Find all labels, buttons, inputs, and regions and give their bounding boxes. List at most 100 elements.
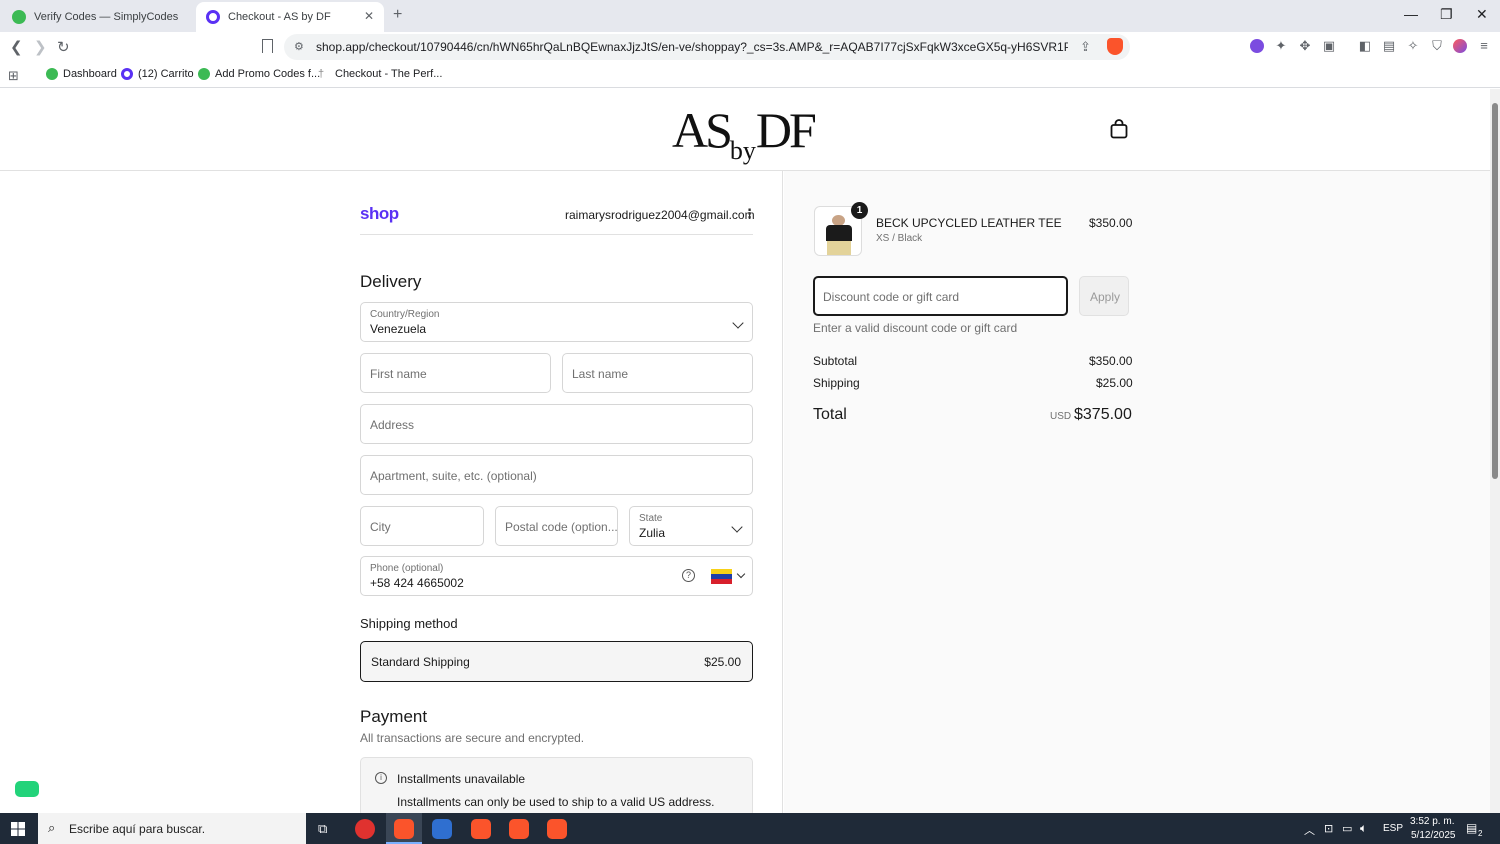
phone-input[interactable]: Phone (optional) +58 424 4665002 ? bbox=[360, 556, 753, 596]
brave-icon[interactable] bbox=[509, 819, 529, 839]
clock-date[interactable]: 5/12/2025 bbox=[1411, 830, 1456, 841]
notifications-icon[interactable]: ▤ bbox=[1466, 821, 1477, 835]
sidebar-icon[interactable]: ◧ bbox=[1358, 39, 1372, 53]
bookmark-dashboard[interactable]: Dashboard bbox=[46, 68, 117, 80]
apartment-input[interactable]: Apartment, suite, etc. (optional) bbox=[360, 455, 753, 495]
chevron-down-icon bbox=[732, 317, 744, 329]
tray-chevron-up-icon[interactable]: ︿ bbox=[1304, 822, 1315, 838]
shipping-value: $25.00 bbox=[1096, 376, 1133, 390]
delivery-heading: Delivery bbox=[360, 272, 422, 291]
brave-icon[interactable] bbox=[547, 819, 567, 839]
url-text[interactable]: shop.app/checkout/10790446/cn/hWN65hrQaL… bbox=[316, 40, 1068, 54]
brave-icon[interactable] bbox=[471, 819, 491, 839]
bookmark-label: (12) Carrito bbox=[138, 68, 194, 80]
discount-code-input[interactable]: Discount code or gift card bbox=[813, 276, 1068, 316]
screenshot-icon[interactable]: ▣ bbox=[1322, 39, 1336, 53]
extension-simplycodes-icon[interactable] bbox=[1250, 39, 1264, 53]
taskbar-app-red-icon[interactable] bbox=[355, 819, 375, 839]
shipping-option-price: $25.00 bbox=[704, 655, 741, 669]
tray-device-icon[interactable]: ⊡ bbox=[1324, 822, 1333, 835]
notification-count: 2 bbox=[1478, 829, 1483, 838]
help-icon[interactable]: ? bbox=[682, 569, 695, 582]
logo-by: by bbox=[729, 136, 756, 165]
windows-start-icon[interactable] bbox=[11, 822, 25, 836]
discount-placeholder: Discount code or gift card bbox=[823, 290, 960, 304]
postal-code-input[interactable]: Postal code (option... bbox=[495, 506, 618, 546]
reload-icon[interactable]: ↻ bbox=[57, 38, 70, 56]
state-value: Zulia bbox=[639, 526, 666, 540]
minimize-icon[interactable]: — bbox=[1404, 6, 1418, 22]
bookmark-add-promo-codes[interactable]: Add Promo Codes f... bbox=[198, 68, 320, 80]
address-bar[interactable]: ⚙ shop.app/checkout/10790446/cn/hWN65hrQ… bbox=[284, 34, 1130, 60]
bookmarks-bar: ⊞ Dashboard (12) Carrito Add Promo Codes… bbox=[0, 62, 1500, 88]
close-tab-icon[interactable]: ✕ bbox=[364, 9, 374, 23]
state-select[interactable]: State Zulia bbox=[629, 506, 753, 546]
first-name-input[interactable]: First name bbox=[360, 353, 551, 393]
back-icon[interactable]: ❮ bbox=[10, 38, 23, 56]
tab-verify-codes[interactable]: Verify Codes — SimplyCodes bbox=[2, 2, 192, 32]
store-header: ASbyDF bbox=[0, 89, 1490, 171]
scrollbar-thumb[interactable] bbox=[1492, 103, 1498, 479]
shipping-option-standard[interactable]: Standard Shipping $25.00 bbox=[360, 641, 753, 682]
tab-title: Verify Codes — SimplyCodes bbox=[34, 11, 179, 23]
menu-icon[interactable]: ≡ bbox=[1477, 39, 1491, 53]
apply-button[interactable]: Apply bbox=[1079, 276, 1129, 316]
vpn-shield-icon[interactable]: ⛉ bbox=[1430, 39, 1444, 53]
city-placeholder: City bbox=[370, 520, 391, 534]
bookmark-carrito[interactable]: (12) Carrito bbox=[121, 68, 194, 80]
forward-icon[interactable]: ❯ bbox=[34, 38, 47, 56]
taskbar-search[interactable]: ⌕ Escribe aquí para buscar. bbox=[38, 813, 306, 844]
country-label: Country/Region bbox=[370, 309, 440, 320]
file-explorer-icon[interactable] bbox=[432, 819, 452, 839]
product-name: BECK UPCYCLED LEATHER TEE bbox=[876, 216, 1062, 230]
city-input[interactable]: City bbox=[360, 506, 484, 546]
product-pants-shape bbox=[827, 241, 851, 255]
share-icon[interactable]: ⇪ bbox=[1080, 39, 1091, 55]
postal-code-placeholder: Postal code (option... bbox=[505, 520, 618, 534]
site-info-icon[interactable]: ⚙ bbox=[294, 40, 304, 53]
country-select[interactable]: Country/Region Venezuela bbox=[360, 302, 753, 342]
new-tab-icon[interactable]: + bbox=[393, 6, 402, 24]
shop-pay-logo: shop bbox=[360, 204, 399, 223]
network-icon[interactable]: ▭ bbox=[1342, 822, 1352, 835]
apply-label: Apply bbox=[1090, 290, 1121, 304]
subtotal-value: $350.00 bbox=[1089, 354, 1133, 368]
total-currency: USD bbox=[1050, 411, 1072, 422]
quantity-badge: 1 bbox=[851, 202, 868, 219]
apps-grid-icon[interactable]: ⊞ bbox=[8, 68, 19, 84]
bookmark-checkout-perf[interactable]: † Checkout - The Perf... bbox=[318, 68, 442, 80]
task-view-icon[interactable]: ⧉ bbox=[318, 821, 327, 837]
chevron-down-icon bbox=[736, 569, 746, 579]
chat-widget-icon[interactable] bbox=[15, 781, 39, 797]
store-logo[interactable]: ASbyDF bbox=[672, 101, 817, 166]
taskbar-brave-active[interactable] bbox=[386, 813, 422, 844]
subtotal-label: Subtotal bbox=[813, 354, 858, 368]
state-label: State bbox=[639, 513, 663, 524]
leo-ai-icon[interactable]: ✧ bbox=[1406, 39, 1420, 53]
brave-icon bbox=[394, 819, 414, 839]
more-options-icon[interactable]: ⋮ bbox=[743, 207, 756, 220]
profile-icon[interactable] bbox=[1453, 39, 1467, 53]
close-window-icon[interactable]: ✕ bbox=[1476, 6, 1488, 23]
venezuela-flag-icon[interactable] bbox=[711, 569, 732, 584]
installments-text: Installments can only be used to ship to… bbox=[397, 795, 715, 809]
total-value: $375.00 bbox=[1074, 406, 1132, 423]
last-name-input[interactable]: Last name bbox=[562, 353, 753, 393]
extension-wand-icon[interactable]: ✦ bbox=[1274, 39, 1288, 53]
clock-time[interactable]: 3:52 p. m. bbox=[1410, 816, 1454, 827]
extensions-puzzle-icon[interactable]: ✥ bbox=[1298, 39, 1312, 53]
tab-checkout[interactable]: Checkout - AS by DF ✕ bbox=[196, 2, 384, 32]
search-icon: ⌕ bbox=[48, 820, 56, 835]
language-indicator[interactable]: ESP bbox=[1383, 823, 1403, 834]
tab-strip: Verify Codes — SimplyCodes Checkout - AS… bbox=[0, 0, 1500, 32]
bookmark-icon[interactable] bbox=[262, 39, 273, 53]
address-input[interactable]: Address bbox=[360, 404, 753, 444]
restore-icon[interactable]: ❐ bbox=[1440, 6, 1453, 23]
shopping-bag-icon[interactable] bbox=[1110, 119, 1128, 139]
brave-shields-icon[interactable] bbox=[1107, 38, 1123, 55]
logo-df: DF bbox=[755, 102, 817, 158]
volume-icon[interactable]: 🔈︎ bbox=[1360, 821, 1367, 836]
bookmark-label: Dashboard bbox=[63, 68, 117, 80]
apartment-placeholder: Apartment, suite, etc. (optional) bbox=[370, 469, 537, 483]
wallet-icon[interactable]: ▤ bbox=[1382, 39, 1396, 53]
